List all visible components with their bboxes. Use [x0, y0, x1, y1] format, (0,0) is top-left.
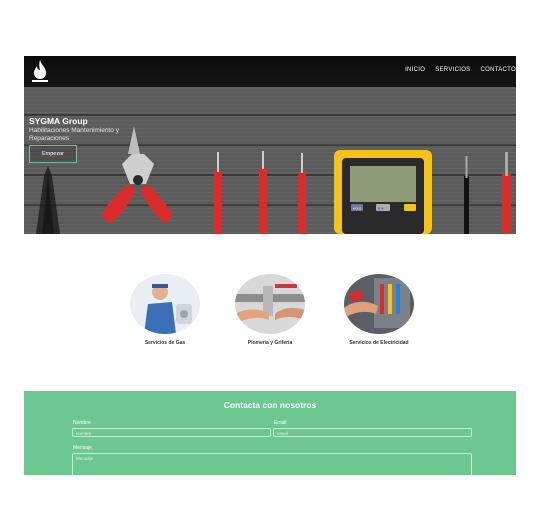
contact-title: Contacta con nosotros	[223, 400, 317, 410]
navbar: INICIO SERVICIOS CONTACTO	[24, 56, 516, 87]
hero-tagline: Habilitaciones Mantenimiento y Reparacio…	[29, 127, 119, 142]
probes-icon	[464, 152, 511, 234]
start-button[interactable]: Empezar	[29, 145, 77, 163]
nav-inicio[interactable]: INICIO	[405, 67, 425, 73]
email-label: Email	[274, 420, 287, 426]
hero-section: HOLD Ω % INICIO SERVICIOS CONTACTO SYGMA…	[24, 56, 516, 234]
gas-technician-image	[130, 274, 200, 334]
flame-logo-icon[interactable]	[30, 59, 50, 83]
email-field[interactable]: email	[273, 428, 472, 437]
site: HOLD Ω % INICIO SERVICIOS CONTACTO SYGMA…	[24, 56, 516, 475]
main-nav: INICIO SERVICIOS CONTACTO	[405, 67, 516, 73]
service-label-gas: Servicios de Gas	[144, 340, 186, 346]
message-label: Mensaje	[73, 445, 92, 451]
contact-section: Contacta con nosotros Nombre nombre Emai…	[24, 391, 516, 475]
service-card-electricity[interactable]: Servicios de Electricidad	[334, 274, 424, 346]
svg-text:HOLD: HOLD	[353, 207, 362, 211]
service-label-electricity: Servicios de Electricidad	[349, 340, 409, 346]
brand-title: SYGMA Group	[29, 116, 88, 126]
screwdrivers-icon	[214, 151, 306, 234]
service-card-plumbing[interactable]: Plomería y Grifería	[225, 274, 315, 346]
service-label-plumbing: Plomería y Grifería	[247, 340, 293, 346]
multimeter-icon: HOLD Ω %	[334, 150, 432, 234]
electrician-image	[344, 274, 414, 334]
name-field[interactable]: nombre	[72, 428, 271, 437]
message-field[interactable]: Mensaje	[72, 453, 472, 475]
nav-contacto[interactable]: CONTACTO	[480, 67, 516, 73]
service-card-gas[interactable]: Servicios de Gas	[120, 274, 210, 346]
hero-text: SYGMA Group Habilitaciones Mantenimiento…	[29, 116, 139, 143]
svg-text:Ω %: Ω %	[378, 207, 384, 211]
plumbing-image	[235, 274, 305, 334]
name-label: Nombre	[73, 420, 91, 426]
nav-servicios[interactable]: SERVICIOS	[435, 67, 470, 73]
services-section: Servicios de Gas Plomería y Grifería Ser…	[24, 234, 516, 391]
pliers-left-icon	[36, 166, 60, 234]
